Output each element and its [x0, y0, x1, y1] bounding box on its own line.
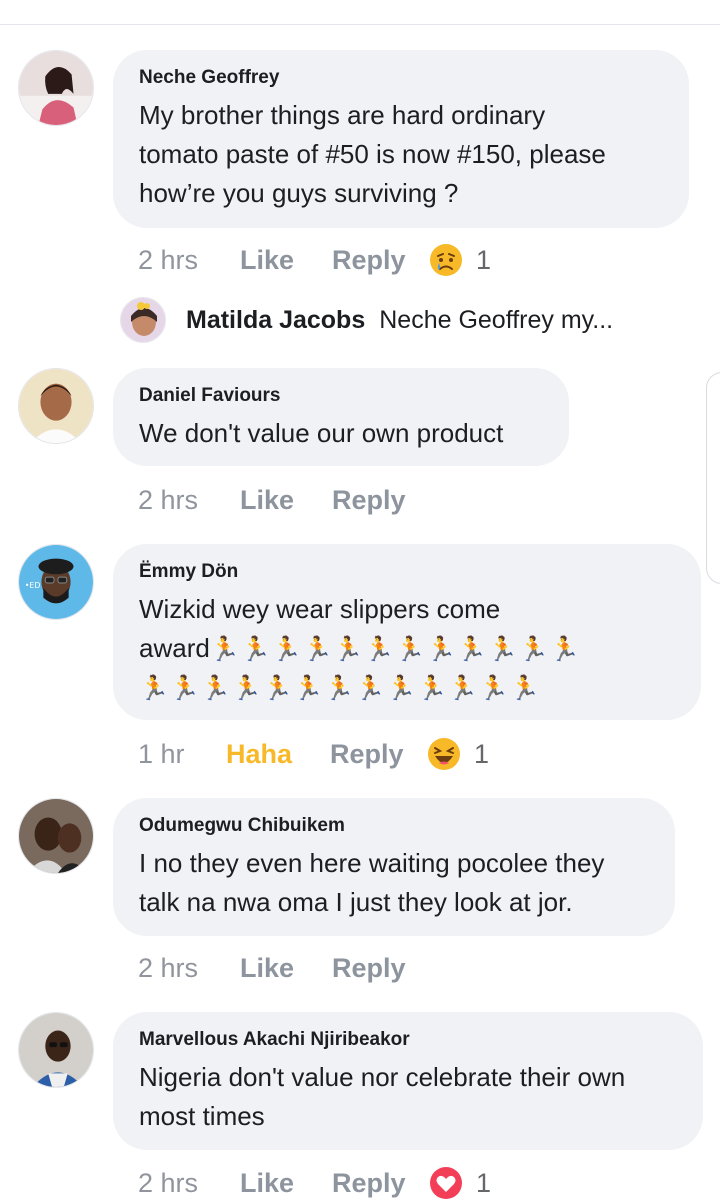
comment-actions: 2 hrs Like Reply: [138, 480, 430, 520]
running-emoji-sequence: 🏃🏃🏃🏃🏃🏃🏃🏃🏃🏃🏃🏃: [209, 636, 581, 663]
comment-time[interactable]: 2 hrs: [138, 953, 240, 984]
commenter-name[interactable]: Neche Geoffrey: [139, 67, 663, 89]
avatar[interactable]: [18, 798, 94, 874]
like-button[interactable]: Like: [240, 1168, 332, 1199]
comment-text-line: Nigeria don't value nor celebrate their …: [139, 1062, 626, 1092]
reaction-summary[interactable]: 1: [428, 242, 491, 278]
commenter-name[interactable]: Ëmmy Dön: [139, 561, 675, 583]
comment-text-line: I no they even here waiting pocolee they: [139, 848, 605, 878]
comment-bubble[interactable]: Daniel Faviours We don't value our own p…: [113, 368, 569, 466]
avatar[interactable]: [18, 1012, 94, 1088]
haha-reaction-icon: [428, 738, 460, 770]
commenter-name[interactable]: Odumegwu Chibuikem: [139, 815, 649, 837]
comment-actions: 1 hr Haha Reply 1: [138, 734, 489, 774]
top-divider: [0, 24, 720, 25]
avatar[interactable]: [120, 297, 166, 343]
love-reaction-icon: [430, 1167, 462, 1199]
running-emoji-sequence: 🏃🏃🏃🏃🏃🏃🏃🏃🏃🏃🏃🏃🏃: [139, 675, 541, 702]
reply-preview[interactable]: Matilda Jacobs Neche Geoffrey my...: [120, 296, 613, 344]
side-scroll-handle[interactable]: [706, 372, 720, 584]
avatar-photo-odumegwu: [19, 799, 93, 873]
avatar-photo-daniel: [19, 369, 93, 443]
comment-text-line: how’re you guys surviving ?: [139, 178, 459, 208]
reply-snippet: Neche Geoffrey my...: [379, 305, 614, 334]
like-button[interactable]: Like: [240, 953, 332, 984]
sad-reaction-icon: [430, 244, 462, 276]
comment-actions: 2 hrs Like Reply 1: [138, 1163, 491, 1203]
comment-text-line: most times: [139, 1101, 265, 1131]
comment-text-line: Wizkid wey wear slippers come: [139, 594, 501, 624]
comment-time[interactable]: 2 hrs: [138, 1168, 240, 1199]
reaction-summary[interactable]: 1: [426, 736, 489, 772]
like-button[interactable]: Like: [240, 245, 332, 276]
comment-time[interactable]: 2 hrs: [138, 245, 240, 276]
comment-actions: 2 hrs Like Reply 1: [138, 240, 491, 280]
svg-text:•ED: •ED: [25, 581, 40, 590]
avatar[interactable]: [18, 368, 94, 444]
comment-text-line: We don't value our own product: [139, 418, 504, 448]
reaction-count: 1: [476, 244, 492, 275]
avatar-photo-matilda: [121, 298, 165, 342]
comment-text-line: My brother things are hard ordinary: [139, 100, 546, 130]
reply-button[interactable]: Reply: [332, 245, 430, 276]
reply-button[interactable]: Reply: [332, 485, 430, 516]
comment-text-word: award: [139, 633, 210, 663]
haha-button[interactable]: Haha: [226, 739, 330, 770]
avatar[interactable]: •ED: [18, 544, 94, 620]
like-button[interactable]: Like: [240, 485, 332, 516]
avatar-photo-neche: [19, 51, 93, 125]
comment-text-line: tomato paste of #50 is now #150, please: [139, 139, 606, 169]
comment-bubble[interactable]: Marvellous Akachi Njiribeakor Nigeria do…: [113, 1012, 703, 1150]
reply-button[interactable]: Reply: [332, 1168, 430, 1199]
comment-actions: 2 hrs Like Reply: [138, 948, 430, 988]
commenter-name[interactable]: Daniel Faviours: [139, 385, 543, 407]
avatar-photo-marvellous: [19, 1013, 93, 1087]
avatar-photo-emmy: •ED: [19, 545, 93, 619]
comment-text-line: award🏃🏃🏃🏃🏃🏃🏃🏃🏃🏃🏃🏃: [139, 629, 675, 669]
reply-button[interactable]: Reply: [330, 739, 428, 770]
commenter-name[interactable]: Marvellous Akachi Njiribeakor: [139, 1029, 677, 1051]
comment-bubble[interactable]: Odumegwu Chibuikem I no they even here w…: [113, 798, 675, 936]
comment-time[interactable]: 2 hrs: [138, 485, 240, 516]
comment-bubble[interactable]: Ëmmy Dön Wizkid wey wear slippers come a…: [113, 544, 701, 720]
reaction-count: 1: [474, 738, 490, 769]
avatar[interactable]: [18, 50, 94, 126]
reaction-count: 1: [476, 1167, 492, 1198]
comment-text-line: talk na nwa oma I just they look at jor.: [139, 887, 573, 917]
reply-button[interactable]: Reply: [332, 953, 430, 984]
comment-bubble[interactable]: Neche Geoffrey My brother things are har…: [113, 50, 689, 228]
reply-author-name[interactable]: Matilda Jacobs: [186, 306, 365, 335]
reaction-summary[interactable]: 1: [428, 1165, 491, 1201]
comment-time[interactable]: 1 hr: [138, 739, 226, 770]
